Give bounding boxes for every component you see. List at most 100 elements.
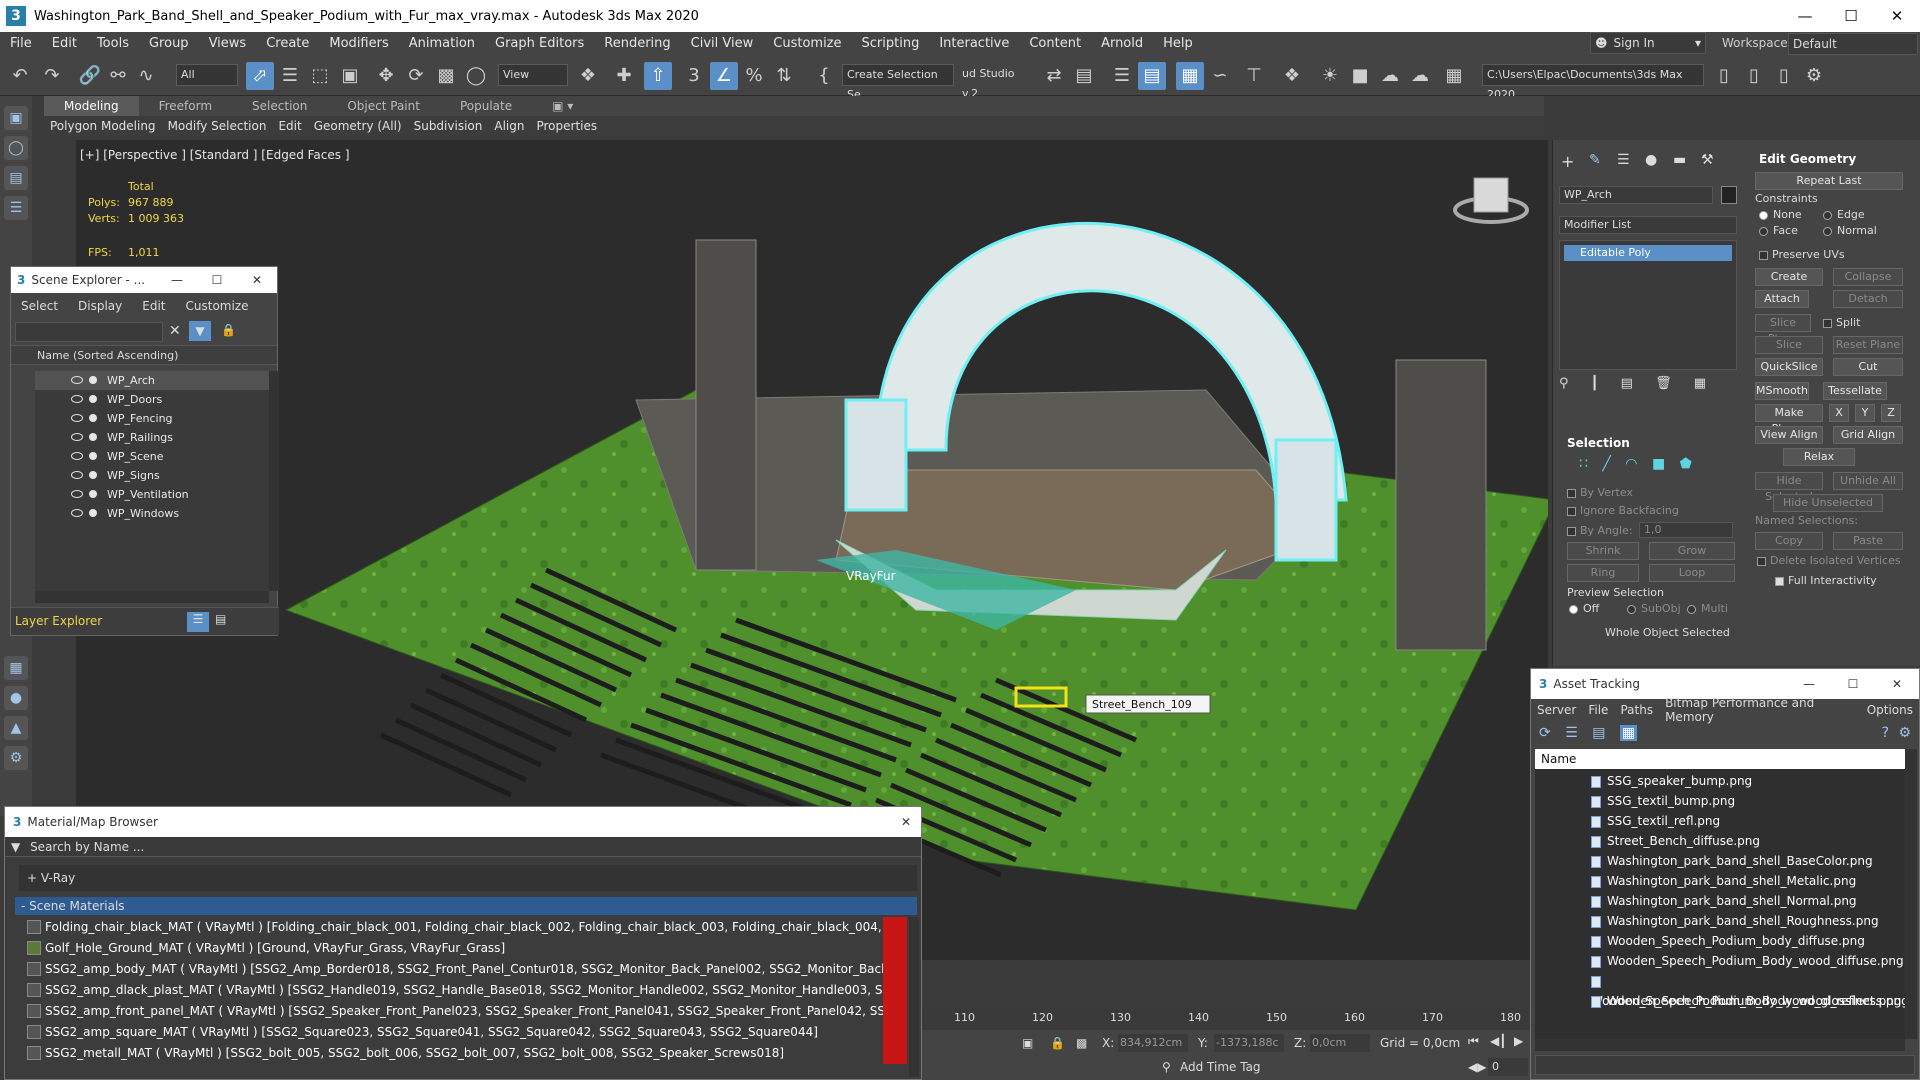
close-icon[interactable]: ✕ (237, 273, 277, 287)
subtab-properties[interactable]: Properties (530, 116, 603, 136)
keyboard-shortcut-icon[interactable]: ⇧ (644, 62, 672, 90)
render-cloud-icon[interactable]: ☁ (1376, 62, 1404, 90)
render-dot-icon[interactable] (89, 433, 97, 441)
constraint-normal-radio[interactable]: Normal (1823, 224, 1877, 237)
by-angle-checkbox[interactable]: By Angle: (1567, 524, 1633, 537)
motion-tab-icon[interactable]: ● (1645, 152, 1657, 168)
menu-rendering[interactable]: Rendering (594, 32, 680, 56)
create-button[interactable]: Create (1755, 268, 1823, 286)
shapes-icon[interactable]: ◯ (4, 136, 28, 160)
schematic-view-icon[interactable]: ∽ (1206, 62, 1234, 90)
key-mode-icon[interactable]: ◀▶ (1468, 1060, 1486, 1074)
a360-icon[interactable]: ▦ (1440, 62, 1468, 90)
list-item[interactable]: SSG2_amp_body_MAT ( VRayMtl ) [SSG2_Amp_… (23, 959, 907, 980)
clear-search-icon[interactable]: ✕ (169, 323, 181, 339)
material-browser-titlebar[interactable]: 3 Material/Map Browser ✕ (5, 807, 921, 837)
grid-align-button[interactable]: Grid Align (1833, 426, 1903, 444)
se-search-input[interactable] (15, 322, 163, 342)
menu-edit[interactable]: Edit (42, 32, 87, 56)
menu-views[interactable]: Views (199, 32, 257, 56)
list-item[interactable]: WP_Signs (35, 466, 269, 485)
eye-icon[interactable] (71, 509, 83, 517)
menu-group[interactable]: Group (139, 32, 199, 56)
create-selection-set-dropdown[interactable]: Create Selection Se (842, 64, 954, 101)
snaps-toggle-icon[interactable]: 3 (680, 62, 708, 90)
asset-menu-bitmap[interactable]: Bitmap Performance and Memory (1659, 696, 1861, 724)
open-icon[interactable]: ▯ (1740, 62, 1768, 90)
show-end-result-icon[interactable]: ┃ (1591, 376, 1599, 391)
list-item[interactable]: WP_Fencing (35, 409, 269, 428)
list-view-icon[interactable]: ☰ (1565, 725, 1578, 741)
project-path-dropdown[interactable]: C:\Users\Elpac\Documents\3ds Max 2020 (1482, 64, 1704, 101)
modifier-stack-item[interactable]: Editable Poly (1564, 245, 1732, 261)
scene-explorer-icon[interactable]: ▤ (1138, 62, 1166, 90)
table-row[interactable]: Washington_park_band_shell_Roughness.png (1591, 911, 1879, 931)
scale-icon[interactable]: ▩ (432, 62, 460, 90)
se-menu-select[interactable]: Select (11, 299, 68, 313)
chevron-down-icon[interactable]: ▼ (11, 840, 20, 854)
render-dot-icon[interactable] (89, 395, 97, 403)
workspace-dropdown[interactable]: Default (1788, 33, 1918, 55)
viewport-layout-icon[interactable]: ▣ (4, 106, 28, 130)
tree-view-icon[interactable]: ▤ (1592, 725, 1605, 741)
menu-graph-editors[interactable]: Graph Editors (485, 32, 594, 56)
render-dot-icon[interactable] (89, 376, 97, 384)
selection-filter-dropdown[interactable]: All (176, 64, 238, 86)
settings-icon[interactable]: ⚙ (1800, 62, 1828, 90)
maximize-icon[interactable]: ☐ (1831, 677, 1875, 691)
subtab-align[interactable]: Align (488, 116, 530, 136)
refresh-icon[interactable]: ⟳ (1539, 725, 1551, 741)
align-icon[interactable]: ▤ (1070, 62, 1098, 90)
render-setup-icon[interactable]: ❖ (1278, 62, 1306, 90)
helper-icon[interactable]: ▲ (4, 716, 28, 740)
table-row[interactable]: Washington_park_band_shell_BaseColor.png (1591, 851, 1873, 871)
tab-modeling[interactable]: Modeling (44, 96, 139, 116)
tab-freeform[interactable]: Freeform (139, 96, 232, 116)
close-icon[interactable]: ✕ (1875, 677, 1919, 691)
subtab-modify-selection[interactable]: Modify Selection (162, 116, 273, 136)
msmooth-button[interactable]: MSmooth (1755, 382, 1809, 400)
asset-menu-options[interactable]: Options (1861, 703, 1919, 717)
collapse-button[interactable]: Collapse (1833, 268, 1903, 286)
help-icon[interactable]: ? (1882, 725, 1889, 741)
tab-selection[interactable]: Selection (232, 96, 327, 116)
menu-create[interactable]: Create (256, 32, 319, 56)
table-row[interactable]: Washington_park_band_shell_Normal.png (1591, 891, 1857, 911)
polygon-icon[interactable]: ■ (1652, 456, 1665, 472)
full-interactivity-checkbox[interactable]: Full Interactivity (1775, 574, 1877, 587)
copy-button[interactable]: Copy (1755, 532, 1823, 550)
asset-path-field[interactable] (1535, 1055, 1915, 1075)
render-dot-icon[interactable] (89, 509, 97, 517)
asset-column-name[interactable]: Name (1535, 749, 1905, 769)
render-dot-icon[interactable] (89, 490, 97, 498)
hierarchy-icon[interactable]: ▤ (215, 612, 226, 626)
link-icon[interactable]: 🔗 (76, 62, 104, 90)
slice-plane-button[interactable]: Slice Plane (1755, 314, 1811, 345)
by-angle-spinner[interactable]: 1,0 (1639, 522, 1733, 538)
edit-named-sets-icon[interactable]: { (810, 62, 838, 90)
table-view-icon[interactable]: ▦ (1619, 725, 1638, 741)
render-icon[interactable]: ■ (1346, 62, 1374, 90)
planar-x-button[interactable]: X (1829, 404, 1849, 422)
menu-file[interactable]: File (0, 32, 42, 56)
list-item[interactable]: Golf_Hole_Ground_MAT ( VRayMtl ) [Ground… (23, 938, 907, 959)
window-crossing-icon[interactable]: ▣ (336, 62, 364, 90)
asset-horizontal-scrollbar[interactable] (1535, 1039, 1905, 1051)
utilities-tab-icon[interactable]: ⚒ (1701, 152, 1714, 168)
detach-button[interactable]: Detach (1833, 290, 1903, 308)
table-row[interactable]: Street_Bench_diffuse.png (1591, 831, 1760, 851)
material-scrollbar[interactable] (909, 917, 919, 1077)
menu-tools[interactable]: Tools (87, 32, 139, 56)
menu-interactive[interactable]: Interactive (929, 32, 1019, 56)
subtab-polygon-modeling[interactable]: Polygon Modeling (44, 116, 162, 136)
layer-explorer-label[interactable]: Layer Explorer (15, 614, 102, 628)
ring-button[interactable]: Ring (1567, 564, 1639, 582)
modifier-list-dropdown[interactable]: Modifier List (1559, 216, 1737, 234)
list-item[interactable]: WP_Doors (35, 390, 269, 409)
make-unique-icon[interactable]: ▤ (1621, 376, 1633, 391)
loop-button[interactable]: Loop (1649, 564, 1735, 582)
edge-icon[interactable]: ╱ (1602, 456, 1610, 472)
minimize-icon[interactable]: — (157, 273, 197, 287)
move-icon[interactable]: ✥ (372, 62, 400, 90)
menu-scripting[interactable]: Scripting (852, 32, 930, 56)
